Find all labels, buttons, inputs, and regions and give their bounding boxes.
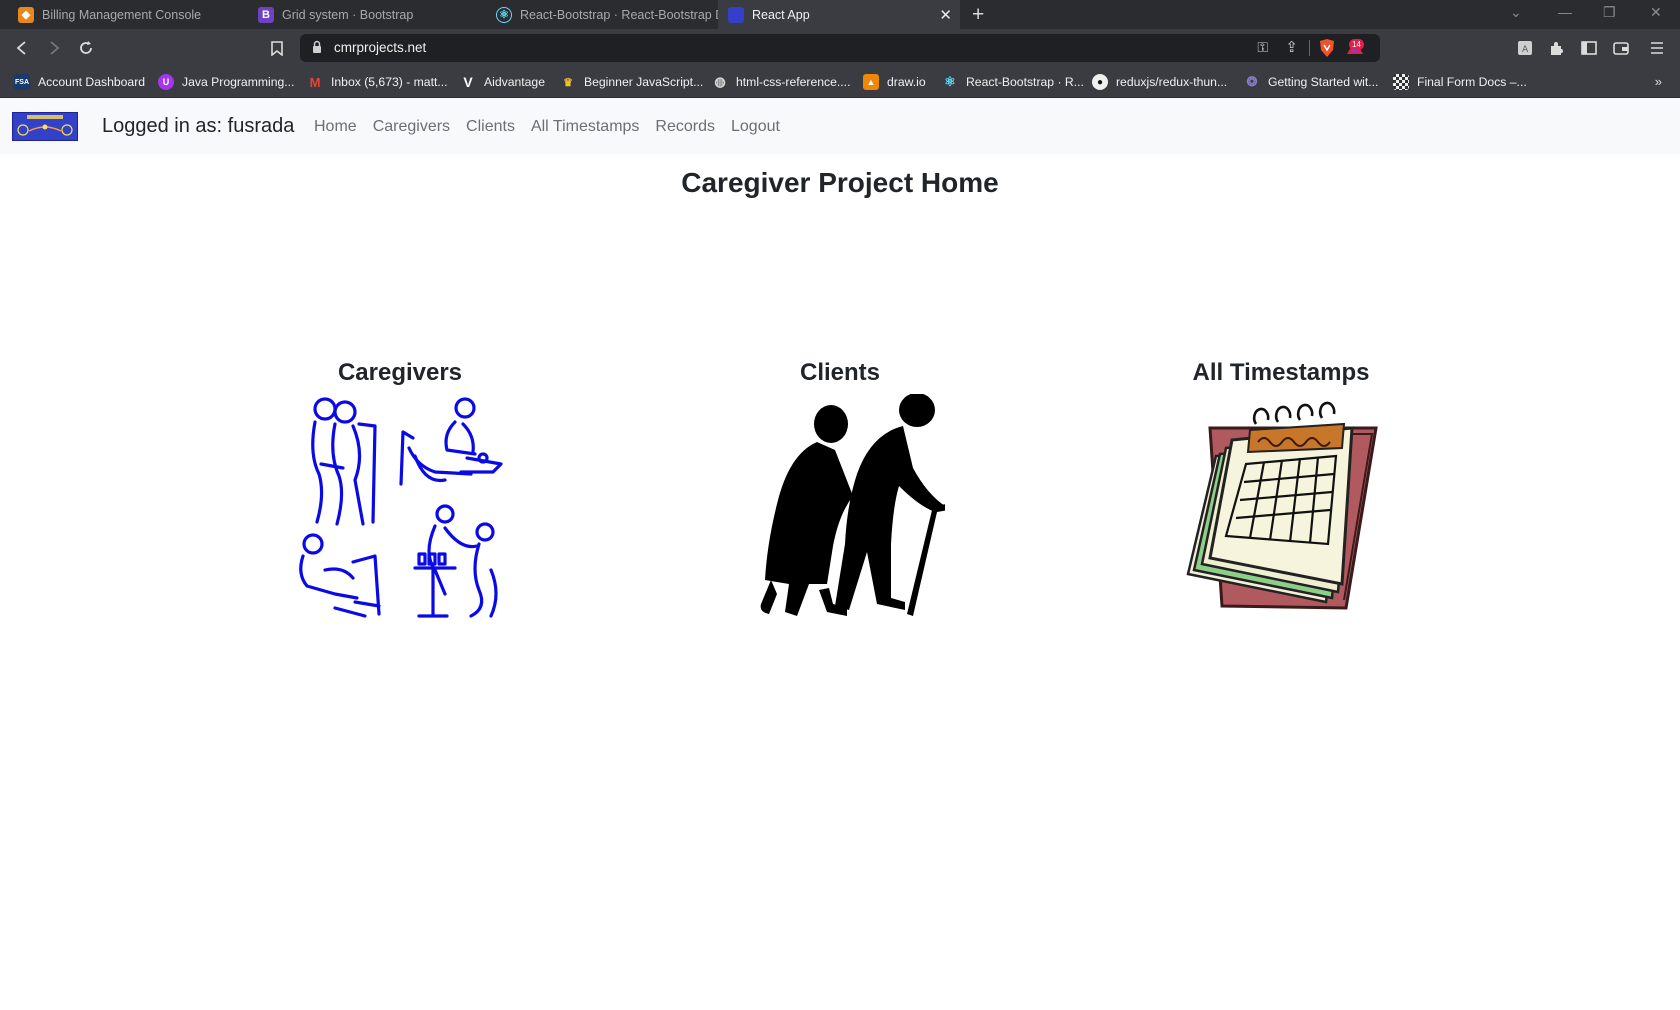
wallet-icon[interactable] <box>1608 35 1634 61</box>
nav-caregivers[interactable]: Caregivers <box>373 118 450 136</box>
checkered-flag-icon <box>1393 74 1409 90</box>
new-tab-button[interactable]: + <box>972 3 984 27</box>
clients-card: Clients <box>675 358 1005 620</box>
address-bar[interactable]: cmrprojects.net ⚿ ⇪ 14 <box>300 34 1380 62</box>
bookmark-beginner-javascript[interactable]: ♛ Beginner JavaScript... <box>560 74 703 90</box>
bookmark-label: Account Dashboard <box>38 75 146 89</box>
bookmark-label: Beginner JavaScript... <box>584 75 704 89</box>
tab-react-bootstrap[interactable]: ⚛ React-Bootstrap · React-Bootstrap Doc <box>486 0 718 29</box>
caregiver-project-logo-icon[interactable] <box>12 112 78 141</box>
back-icon[interactable] <box>9 35 35 61</box>
divider <box>1309 40 1310 56</box>
react-bootstrap-icon: ⚛ <box>496 6 512 23</box>
browser-toolbar: cmrprojects.net ⚿ ⇪ 14 A <box>0 29 1680 67</box>
bookmark-label: reduxjs/redux-thun... <box>1116 75 1228 89</box>
nav-links: Home Caregivers Clients All Timestamps R… <box>314 118 796 136</box>
reload-icon[interactable] <box>73 35 99 61</box>
bookmark-label: Java Programming... <box>182 75 295 89</box>
svg-text:A: A <box>1522 45 1529 55</box>
redux-icon: ❂ <box>1246 74 1258 89</box>
fsa-icon: FSA <box>14 74 30 90</box>
tab-title: React-Bootstrap · React-Bootstrap Doc <box>520 7 718 22</box>
caregivers-card-title: Caregivers <box>337 359 463 386</box>
rewards-badge: 14 <box>1349 39 1364 50</box>
crown-icon: ♛ <box>563 76 573 89</box>
clients-card-title: Clients <box>799 359 880 386</box>
tab-title: Grid system · Bootstrap <box>282 7 414 22</box>
tab-react-app[interactable]: React App ✕ <box>718 0 960 29</box>
password-key-icon[interactable]: ⚿ <box>1257 39 1268 56</box>
lock-icon <box>313 40 321 53</box>
bookmark-inbox[interactable]: M Inbox (5,673) - matt... <box>307 74 448 90</box>
elderly-couple-silhouette[interactable] <box>735 394 945 620</box>
bookmark-label: Final Form Docs –... <box>1417 75 1527 89</box>
app-navbar: Logged in as: fusrada Home Caregivers Cl… <box>0 98 1680 154</box>
extension-profile-icon[interactable]: A <box>1512 35 1538 61</box>
all-timestamps-card-title: All Timestamps <box>1192 359 1370 386</box>
aws-cube-icon: ◆ <box>18 6 34 23</box>
drawio-icon: ▲ <box>863 74 879 90</box>
bookmark-react-bootstrap[interactable]: ⚛ React-Bootstrap · R... <box>942 74 1084 90</box>
calendar-clipart[interactable] <box>1176 394 1386 620</box>
close-window-icon[interactable]: ✕ <box>1650 4 1662 21</box>
share-icon[interactable]: ⇪ <box>1285 38 1298 56</box>
bookmark-label: draw.io <box>887 75 926 89</box>
tab-billing[interactable]: ◆ Billing Management Console <box>8 0 248 29</box>
restore-icon[interactable]: ❐ <box>1603 4 1616 21</box>
bookmark-redux-thunk[interactable]: ● reduxjs/redux-thun... <box>1092 74 1227 90</box>
bookmark-label: Getting Started wit... <box>1268 75 1379 89</box>
nav-clients[interactable]: Clients <box>466 118 515 136</box>
bookmark-label: html-css-reference.... <box>736 75 851 89</box>
nav-logout[interactable]: Logout <box>731 118 780 136</box>
bookmark-icon[interactable] <box>264 35 290 61</box>
all-timestamps-card: All Timestamps <box>1116 358 1446 620</box>
bookmark-account-dashboard[interactable]: FSA Account Dashboard <box>14 74 145 90</box>
bookmark-final-form-docs[interactable]: Final Form Docs –... <box>1393 74 1527 90</box>
bookmark-java-programming[interactable]: U Java Programming... <box>158 74 294 90</box>
bookmark-label: React-Bootstrap · R... <box>966 75 1084 89</box>
nav-records[interactable]: Records <box>655 118 715 136</box>
extensions-puzzle-icon[interactable] <box>1544 35 1570 61</box>
bookmark-drawio[interactable]: ▲ draw.io <box>863 74 926 90</box>
caregivers-card: Caregivers <box>235 358 565 620</box>
brave-shield-icon[interactable] <box>1318 38 1336 58</box>
react-app-icon <box>728 6 744 23</box>
tab-title: Billing Management Console <box>42 7 202 22</box>
logged-in-user: Logged in as: fusrada <box>102 115 295 137</box>
tab-title: React App <box>752 7 810 22</box>
bookmarks-bar: FSA Account Dashboard U Java Programming… <box>0 67 1680 98</box>
close-tab-icon[interactable]: ✕ <box>939 6 952 24</box>
globe-icon: ◍ <box>714 74 726 89</box>
bookmark-getting-started[interactable]: ❂ Getting Started wit... <box>1244 74 1379 90</box>
react-bootstrap-icon: ⚛ <box>944 74 956 89</box>
tab-search-icon[interactable]: ⌄ <box>1510 4 1522 21</box>
minimize-icon[interactable]: — <box>1558 4 1572 20</box>
gmail-icon: M <box>309 74 321 90</box>
bookmark-aidvantage[interactable]: V Aidvantage <box>460 74 545 90</box>
bookmark-html-css-reference[interactable]: ◍ html-css-reference.... <box>712 74 850 90</box>
tab-bootstrap-grid[interactable]: B Grid system · Bootstrap <box>248 0 486 29</box>
udemy-icon: U <box>158 74 174 90</box>
aidvantage-icon: V <box>463 74 473 90</box>
bookmark-label: Aidvantage <box>484 75 545 89</box>
github-icon: ● <box>1092 74 1108 90</box>
more-bookmarks-icon[interactable]: » <box>1655 74 1662 89</box>
page-title: Caregiver Project Home <box>681 167 999 198</box>
bookmark-label: Inbox (5,673) - matt... <box>331 75 448 89</box>
nav-home[interactable]: Home <box>314 118 357 136</box>
url-text: cmrprojects.net <box>334 40 427 55</box>
sidebar-toggle-icon[interactable] <box>1576 35 1602 61</box>
brave-rewards-icon[interactable]: 14 <box>1346 38 1368 58</box>
forward-icon[interactable] <box>41 35 67 61</box>
tab-strip: ◆ Billing Management Console B Grid syst… <box>0 0 1680 29</box>
caregivers-illustration[interactable] <box>295 394 505 620</box>
nav-all-timestamps[interactable]: All Timestamps <box>531 118 639 136</box>
bootstrap-icon: B <box>258 6 274 23</box>
menu-hamburger-icon[interactable] <box>1644 35 1670 61</box>
